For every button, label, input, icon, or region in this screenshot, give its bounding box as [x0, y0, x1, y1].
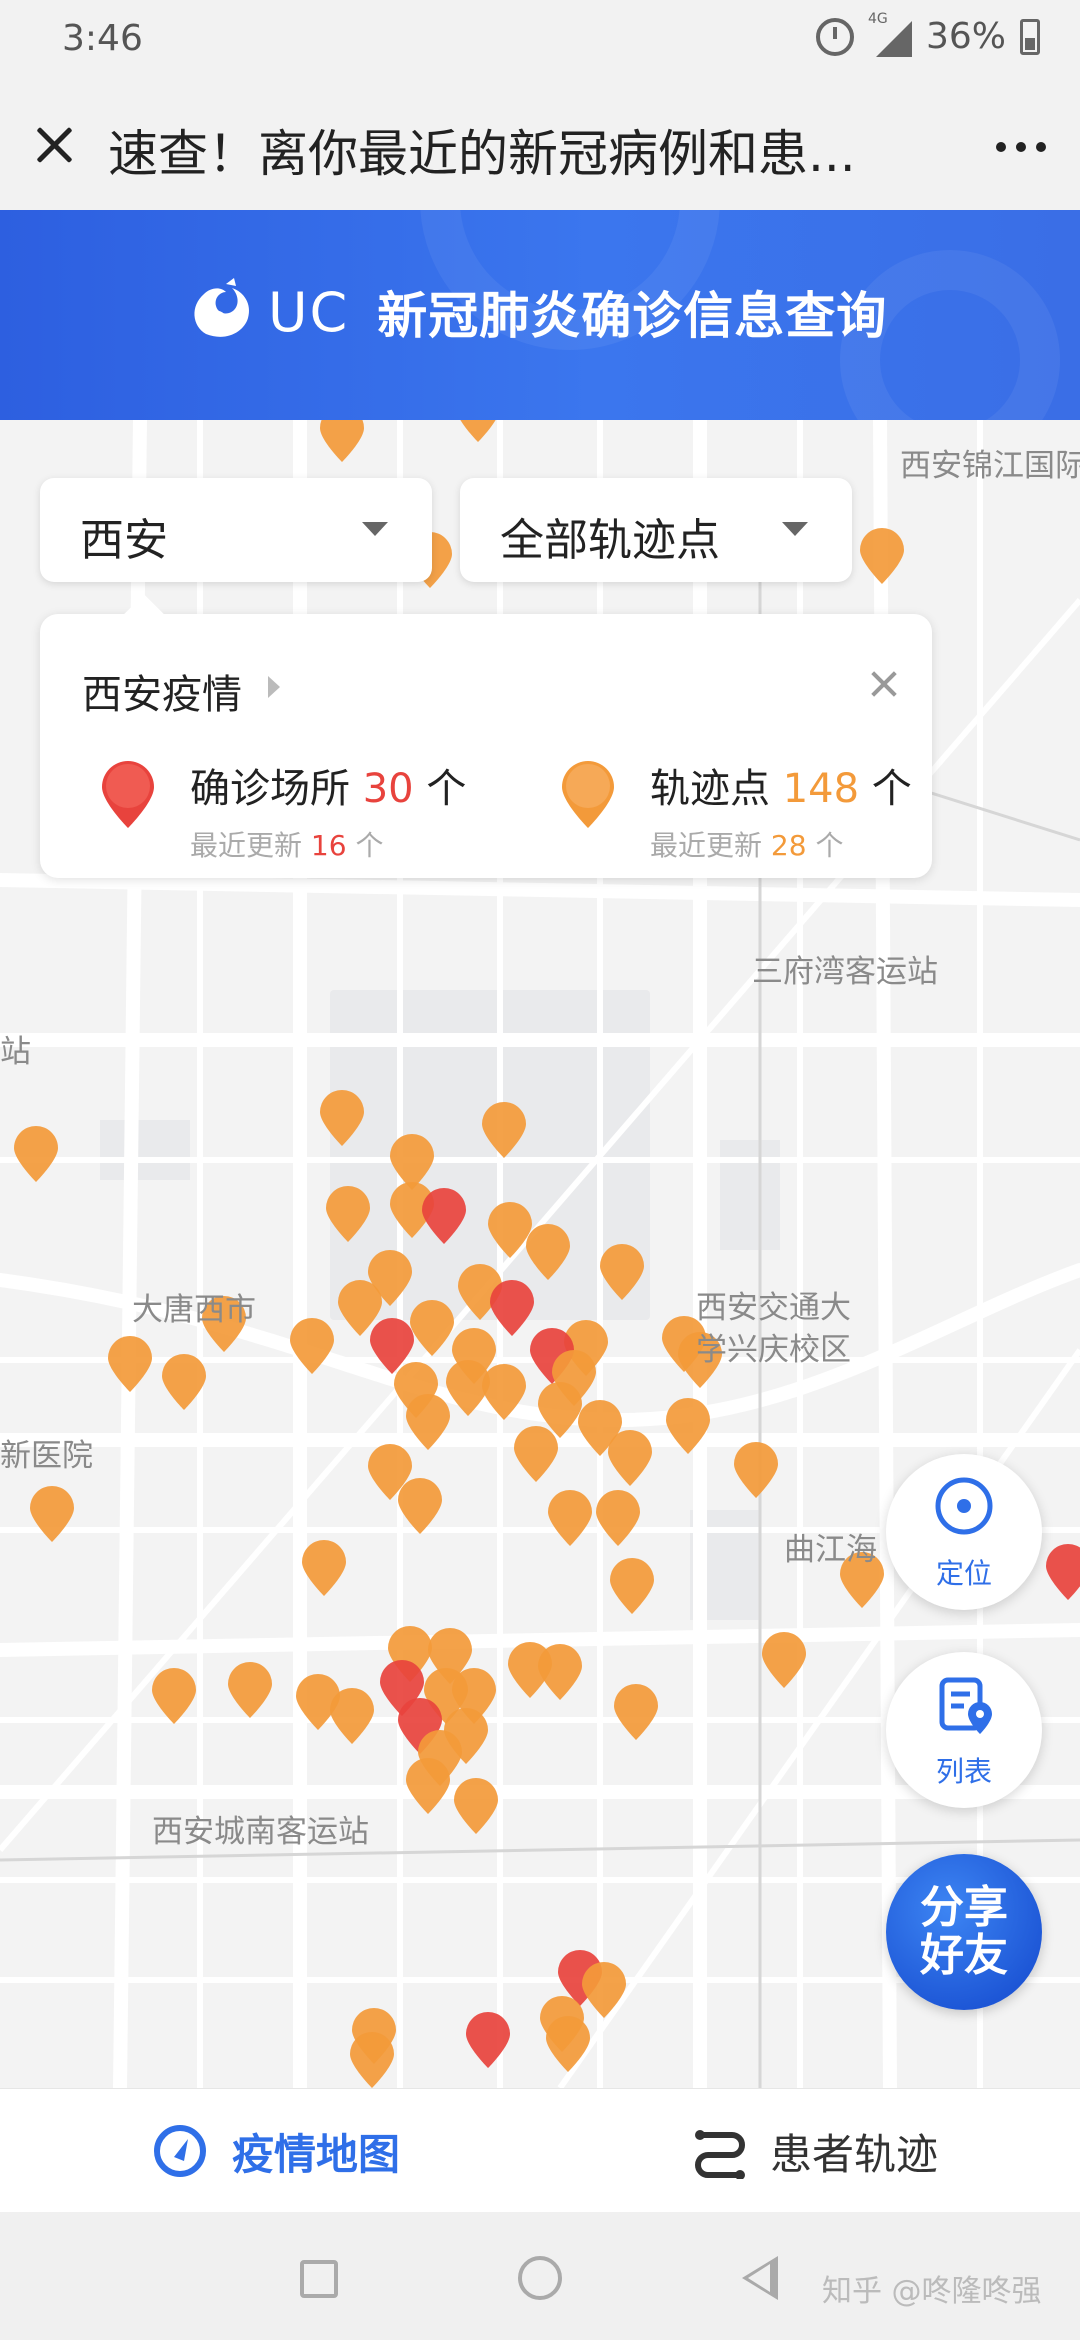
trajectory-point-marker[interactable]	[538, 1644, 582, 1700]
trajectory-update-unit: 个	[815, 829, 844, 862]
back-icon[interactable]	[742, 2256, 778, 2300]
map-label: 三府湾客运站	[752, 954, 938, 990]
trajectory-point-marker[interactable]	[514, 1426, 558, 1482]
locate-label: 定位	[935, 1557, 992, 1590]
trajectory-filter-value: 全部轨迹点	[500, 515, 720, 566]
confirmed-location-marker[interactable]	[1046, 1544, 1080, 1600]
trajectory-point-marker[interactable]	[410, 1300, 454, 1356]
play-arrow-icon[interactable]	[268, 676, 280, 698]
share-button[interactable]: 分享好友	[886, 1854, 1042, 2010]
header-banner: UC 新冠肺炎确诊信息查询	[0, 210, 1080, 420]
confirmed-label: 确诊场所	[190, 766, 350, 812]
map-label: 西安交通大	[696, 1290, 851, 1326]
compass-icon	[154, 2125, 206, 2177]
trajectory-update-label: 最近更新	[650, 829, 763, 862]
page-title: 速查！离你最近的新冠病例和患...	[108, 125, 856, 183]
alarm-icon	[815, 17, 854, 56]
trajectory-point-marker[interactable]	[454, 1778, 498, 1834]
trajectory-point-marker[interactable]	[734, 1442, 778, 1498]
tab-map-label: 疫情地图	[232, 2129, 401, 2179]
trajectory-point-marker[interactable]	[108, 1336, 152, 1392]
trajectory-point-marker[interactable]	[610, 1558, 654, 1614]
chevron-down-icon	[362, 522, 388, 536]
close-card-icon[interactable]	[866, 666, 902, 702]
map-label: 西安城南客运站	[152, 1814, 369, 1850]
city-value: 西安	[80, 515, 168, 566]
confirmed-update-count: 16	[310, 829, 347, 862]
map-label: 站	[0, 1034, 31, 1070]
confirmed-count: 30	[362, 766, 414, 812]
confirmed-location-marker[interactable]	[490, 1280, 534, 1336]
confirmed-stat: 确诊场所 30 个 最近更新 16 个	[102, 756, 467, 864]
status-time: 3:46	[62, 18, 143, 59]
watermark: 知乎 @咚隆咚强	[822, 2274, 1042, 2309]
trajectory-stat: 轨迹点 148 个 最近更新 28 个	[562, 756, 912, 864]
confirmed-update-label: 最近更新	[190, 829, 303, 862]
confirmed-update-unit: 个	[355, 829, 384, 862]
trajectory-point-marker[interactable]	[302, 1540, 346, 1596]
signal-icon: 4G	[868, 11, 912, 57]
list-button[interactable]: 列表	[886, 1652, 1042, 1808]
route-icon	[695, 2130, 745, 2179]
bottom-tab-bar: 疫情地图 患者轨迹	[0, 2088, 1080, 2212]
brand-name: UC	[268, 280, 350, 344]
locate-icon	[935, 1477, 993, 1535]
locate-button[interactable]: 定位	[886, 1454, 1042, 1610]
more-icon[interactable]	[996, 142, 1046, 152]
trajectory-point-marker[interactable]	[350, 2032, 394, 2088]
chevron-down-icon	[782, 522, 808, 536]
trajectory-point-marker[interactable]	[548, 1490, 592, 1546]
trajectory-point-marker[interactable]	[860, 528, 904, 584]
epidemic-info-card: 西安疫情 确诊场所 30 个 最近更新 16 个 轨迹点 148 个 最近更新	[40, 594, 932, 878]
trajectory-point-marker[interactable]	[30, 1486, 74, 1542]
battery-icon	[1020, 18, 1040, 55]
trajectory-point-marker[interactable]	[582, 1962, 626, 2018]
confirmed-location-marker[interactable]	[466, 2012, 510, 2068]
trajectory-point-marker[interactable]	[228, 1662, 272, 1718]
confirmed-unit: 个	[426, 766, 467, 812]
trajectory-point-marker[interactable]	[456, 420, 500, 442]
tab-epidemic-map[interactable]: 疫情地图	[152, 2119, 400, 2183]
uc-logo-icon	[194, 278, 250, 337]
trajectory-point-marker[interactable]	[320, 420, 364, 462]
trajectory-point-marker[interactable]	[546, 2016, 590, 2072]
home-icon[interactable]	[518, 2256, 562, 2300]
tab-patient-trajectory[interactable]: 患者轨迹	[692, 2119, 938, 2183]
status-icons: 4G 36%	[815, 11, 1040, 57]
trajectory-update-count: 28	[770, 829, 807, 862]
trajectory-point-marker[interactable]	[14, 1126, 58, 1182]
card-title[interactable]: 西安疫情	[82, 662, 242, 720]
trajectory-point-marker[interactable]	[608, 1430, 652, 1486]
trajectory-count: 148	[782, 766, 860, 812]
title-bar: 速查！离你最近的新冠病例和患...	[0, 84, 1080, 210]
trajectory-point-marker[interactable]	[330, 1688, 374, 1744]
trajectory-unit: 个	[871, 766, 912, 812]
trajectory-label: 轨迹点	[650, 766, 770, 812]
share-label: 分享好友	[920, 1882, 1008, 1981]
battery-percent: 36%	[925, 16, 1006, 57]
status-bar: 3:46 4G 36%	[0, 0, 1080, 84]
trajectory-dropdown[interactable]: 全部轨迹点	[460, 478, 852, 582]
trajectory-point-marker[interactable]	[614, 1684, 658, 1740]
trajectory-point-marker[interactable]	[398, 1478, 442, 1534]
tab-trajectory-label: 患者轨迹	[770, 2129, 939, 2179]
banner-title: 新冠肺炎确诊信息查询	[377, 287, 888, 345]
map-label: 大唐西市	[132, 1292, 256, 1328]
list-icon	[939, 1677, 992, 1734]
trajectory-pin-icon	[562, 761, 614, 828]
trajectory-point-marker[interactable]	[406, 1758, 450, 1814]
map-label: 新医院	[0, 1438, 93, 1474]
close-icon[interactable]	[30, 120, 80, 170]
city-dropdown[interactable]: 西安	[40, 478, 432, 582]
recent-apps-icon[interactable]	[300, 2260, 338, 2298]
map-label: 西安锦江国际	[900, 448, 1080, 484]
trajectory-point-marker[interactable]	[152, 1668, 196, 1724]
confirmed-pin-icon	[102, 761, 154, 828]
map-label: 学兴庆校区	[696, 1332, 851, 1368]
map-label: 曲江海	[784, 1532, 877, 1568]
list-label: 列表	[935, 1755, 992, 1788]
